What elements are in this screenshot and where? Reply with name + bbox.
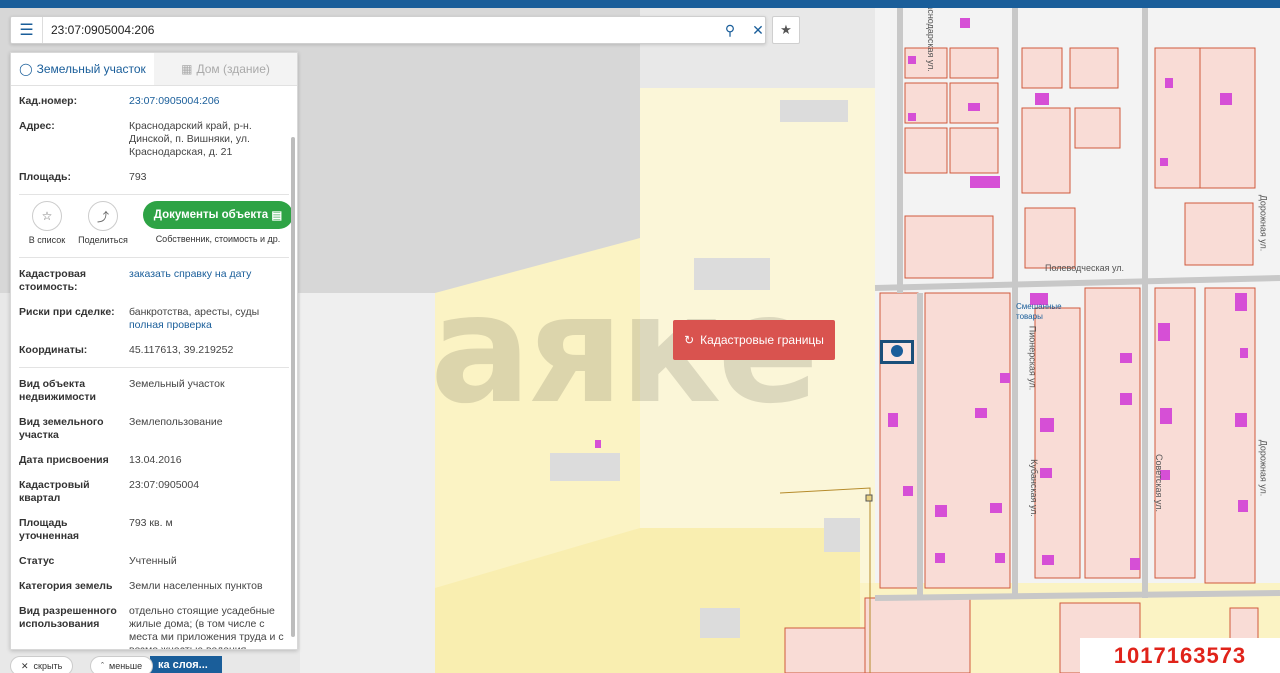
- date-value: 13.04.2016: [129, 454, 182, 466]
- top-bar: [0, 0, 1280, 8]
- field-label: Дата присвоения: [19, 454, 109, 466]
- field-label: Категория земель: [19, 580, 113, 592]
- divider: [19, 257, 289, 258]
- field-label: Координаты:: [19, 344, 88, 356]
- street-label: Полеводческая ул.: [1045, 263, 1125, 273]
- address-value: Краснодарский край, р-н. Динской, п. Виш…: [129, 120, 252, 158]
- field-label: Риски при сделке:: [19, 306, 115, 318]
- map-pin-icon: ◯: [19, 62, 33, 76]
- building-icon: ▦: [181, 62, 193, 76]
- land-type-value: Землепользование: [129, 416, 223, 428]
- add-to-list-button[interactable]: ☆ В список: [19, 201, 75, 245]
- panel-tabs: ◯ Земельный участок ▦ Дом (здание): [11, 53, 297, 86]
- documents-block: Документы объекта ▤ Собственник, стоимос…: [143, 201, 293, 244]
- details-list: Кад.номер: 23:07:0905004:206 Адрес: Красно…: [11, 86, 297, 650]
- location-dot-icon: [891, 345, 903, 357]
- actions-row: ☆ В список ⤴ Поделиться Документы объекта …: [19, 199, 297, 253]
- hide-button[interactable]: ✕ скрыть: [10, 656, 74, 673]
- risk-value: банкротства, аресты, суды: [129, 306, 260, 318]
- field-label: Кадастровый квартал: [19, 479, 90, 504]
- cad-number-value[interactable]: 23:07:0905004:206: [129, 95, 284, 108]
- street-label: Советская ул.: [1153, 454, 1164, 512]
- field-label: Площадь:: [19, 171, 71, 183]
- scrollbar[interactable]: [291, 137, 295, 637]
- field-label: Вид земельного участка: [19, 416, 104, 441]
- field-label: Вид разрешенного использования: [19, 605, 117, 630]
- selected-parcel-marker[interactable]: [880, 340, 914, 364]
- document-icon: ▤: [271, 210, 283, 222]
- share-button[interactable]: ⤴ Поделиться: [75, 201, 131, 245]
- street-label: Краснодарская ул.: [925, 8, 936, 72]
- less-button[interactable]: ˆ меньше: [90, 656, 154, 673]
- favorite-star-icon[interactable]: ★: [772, 16, 800, 44]
- search-bar: ☰ ⚲ ✕: [10, 16, 766, 44]
- category-value: Земли населенных пунктов: [129, 580, 263, 592]
- field-label: Кадастровая стоимость:: [19, 268, 86, 293]
- cadastral-borders-button[interactable]: ↻ Кадастровые границы: [673, 320, 835, 360]
- listing-id: 1017163573: [1080, 638, 1280, 673]
- search-input[interactable]: [51, 21, 711, 39]
- layers-button[interactable]: ка слоя...: [150, 656, 222, 673]
- street-label: Кубанская ул.: [1028, 459, 1039, 517]
- object-type-value: Земельный участок: [129, 378, 225, 390]
- close-icon: ✕: [21, 660, 29, 671]
- field-label: Кад.номер:: [19, 95, 78, 107]
- refresh-icon: ↻: [684, 333, 695, 347]
- field-label: Площадь уточненная: [19, 517, 80, 542]
- full-check-link[interactable]: полная проверка: [129, 319, 212, 331]
- quarter-value: 23:07:0905004: [129, 479, 200, 491]
- tab-building[interactable]: ▦ Дом (здание): [154, 53, 297, 85]
- close-icon[interactable]: ✕: [745, 17, 771, 43]
- info-panel: ◯ Земельный участок ▦ Дом (здание) Кад.ном…: [10, 52, 298, 650]
- street-label: Пионерская ул.: [1027, 325, 1038, 391]
- chevron-up-icon: ˆ: [101, 661, 104, 671]
- documents-subtitle: Собственник, стоимость и др.: [155, 234, 281, 244]
- street-label: Дорожная ул.: [1258, 194, 1269, 252]
- coordinates-value: 45.117613, 39.219252: [129, 344, 234, 356]
- menu-icon[interactable]: ☰: [11, 17, 43, 43]
- permitted-use-value: отдельно стоящие усадебные жилые дома; (…: [129, 605, 284, 650]
- documents-button[interactable]: Документы объекта ▤: [143, 201, 293, 229]
- status-value: Учтенный: [129, 555, 177, 567]
- share-icon: ⤴: [88, 201, 118, 231]
- search-icon[interactable]: ⚲: [717, 17, 743, 43]
- order-cost-link[interactable]: заказать справку на дату: [129, 268, 284, 294]
- divider: [19, 194, 289, 195]
- tab-land-plot[interactable]: ◯ Земельный участок: [11, 53, 154, 85]
- field-label: Адрес:: [19, 120, 55, 132]
- refined-area-value: 793 кв. м: [129, 517, 173, 529]
- poi-label[interactable]: Смешанные товары: [1016, 302, 1076, 322]
- street-label: Дорожная ул.: [1258, 439, 1269, 497]
- field-label: Статус: [19, 555, 55, 567]
- star-icon: ☆: [32, 201, 62, 231]
- area-value: 793: [129, 171, 147, 183]
- field-label: Вид объекта недвижимости: [19, 378, 96, 403]
- divider: [19, 367, 289, 368]
